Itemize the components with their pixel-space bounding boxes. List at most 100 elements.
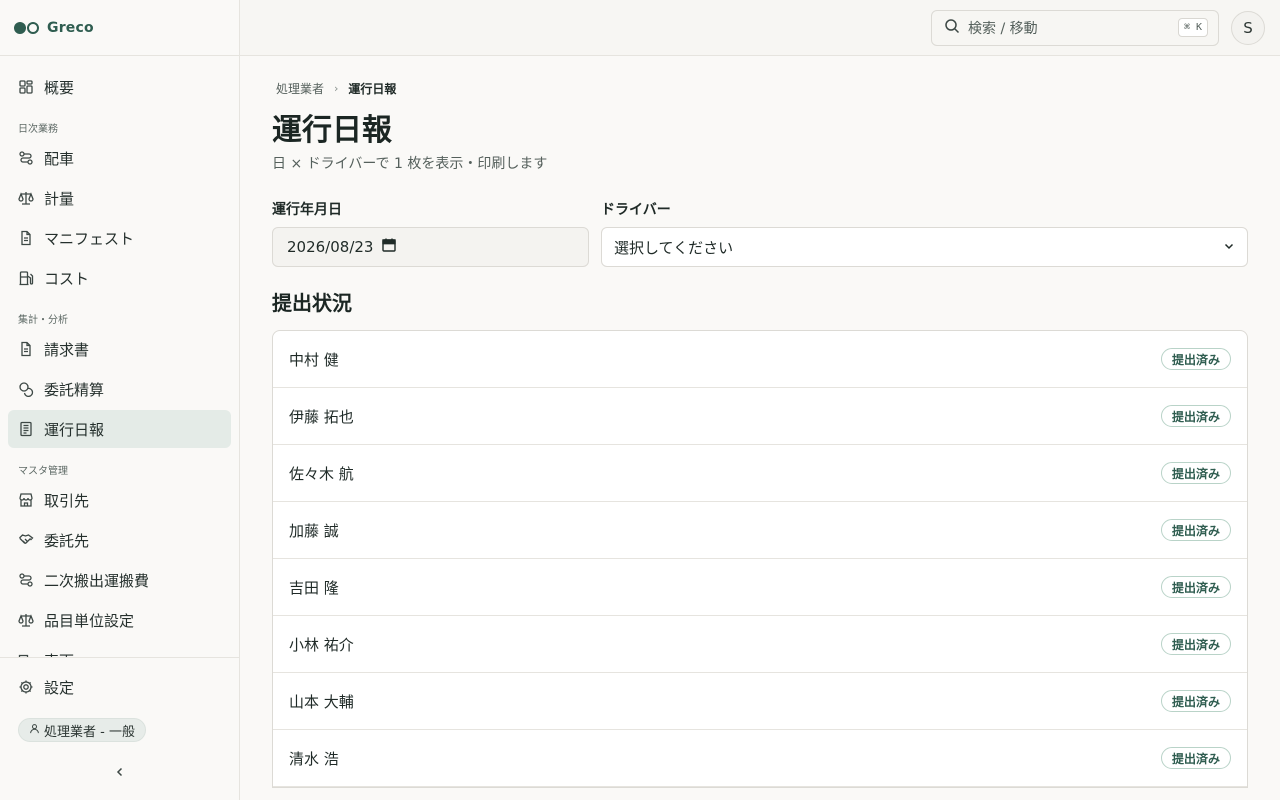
sidebar-item-clients[interactable]: 取引先 [8, 481, 231, 519]
sidebar-item-manifest[interactable]: マニフェスト [8, 219, 231, 257]
sidebar-item-vehicles[interactable]: 車両 [8, 641, 231, 657]
collapse-sidebar-button[interactable] [8, 760, 231, 784]
driver-name: 清水 浩 [289, 749, 339, 768]
status-badge: 提出済み [1160, 690, 1231, 712]
sidebar-item-label: 品目単位設定 [44, 611, 135, 630]
sidebar-footer: 設定 処理業者 - 一般 [0, 657, 239, 800]
search-placeholder: 検索 / 移動 [968, 20, 1038, 37]
brand[interactable]: Greco [0, 0, 239, 56]
sidebar-item-label: 委託精算 [44, 380, 105, 399]
scale-icon [18, 190, 34, 206]
filters: 運行年月日 2026/08/23 ドライバー 選択してください [272, 199, 1248, 267]
driver-name: 山本 大輔 [289, 692, 354, 711]
sidebar-item-contractors[interactable]: 委託先 [8, 521, 231, 559]
sidebar-item-weighing[interactable]: 計量 [8, 179, 231, 217]
fuel-icon [18, 270, 34, 286]
breadcrumb-current: 運行日報 [348, 82, 397, 96]
gear-icon [18, 679, 34, 695]
list-item[interactable]: 伊藤 拓也 提出済み [273, 388, 1247, 445]
date-label: 運行年月日 [272, 202, 342, 218]
driver-field-group: ドライバー 選択してください [601, 199, 1248, 267]
document-icon [18, 230, 34, 246]
list-item[interactable]: 清水 浩 提出済み [273, 730, 1247, 787]
status-badge: 提出済み [1160, 633, 1231, 655]
sidebar-item-cost[interactable]: コスト [8, 259, 231, 297]
driver-name: 吉田 隆 [289, 578, 339, 597]
avatar[interactable]: S [1231, 10, 1265, 45]
scale-icon [18, 612, 34, 628]
date-field-group: 運行年月日 2026/08/23 [272, 199, 589, 267]
date-input[interactable]: 2026/08/23 [272, 227, 589, 267]
report-icon [18, 421, 34, 437]
sidebar-item-settings[interactable]: 設定 [8, 668, 231, 706]
driver-name: 加藤 誠 [289, 521, 339, 540]
list-item[interactable]: 小林 祐介 提出済み [273, 616, 1247, 673]
app-root: Greco 概要 日次業務 配車 計量 マニフェスト コスト 集計・分析 請求書… [0, 0, 1280, 800]
calendar-icon[interactable] [381, 237, 397, 257]
user-icon [29, 723, 40, 738]
page-content: 処理業者 › 運行日報 運行日報 日 × ドライバーで 1 枚を表示・印刷します… [240, 56, 1280, 800]
document-icon [18, 341, 34, 357]
route-icon [18, 572, 34, 588]
list-item[interactable]: 佐々木 航 提出済み [273, 445, 1247, 502]
greco-logo-icon [14, 21, 39, 34]
nav-group-daily: 日次業務 [18, 124, 58, 135]
status-badge: 提出済み [1160, 576, 1231, 598]
sidebar-item-label: 運行日報 [44, 420, 105, 439]
sidebar-item-dispatch[interactable]: 配車 [8, 139, 231, 177]
chevron-right-icon: › [334, 82, 339, 95]
sidebar-item-label: 請求書 [44, 340, 90, 359]
coins-icon [18, 381, 34, 397]
sidebar-item-label: 設定 [44, 678, 75, 697]
sidebar-item-invoices[interactable]: 請求書 [8, 330, 231, 368]
chevron-down-icon [1223, 238, 1235, 256]
nav-group-analytics: 集計・分析 [18, 315, 68, 326]
handshake-icon [18, 532, 34, 548]
breadcrumb-parent[interactable]: 処理業者 [276, 80, 324, 97]
search-icon [944, 18, 960, 38]
search-shortcut: ⌘ K [1177, 18, 1208, 37]
driver-name: 中村 健 [289, 350, 339, 369]
sidebar-item-label: 計量 [44, 189, 75, 208]
driver-select[interactable]: 選択してください [601, 227, 1248, 267]
list-item[interactable]: 山本 大輔 提出済み [273, 673, 1247, 730]
sidebar-item-overview[interactable]: 概要 [8, 68, 231, 106]
list-item[interactable]: 加藤 誠 提出済み [273, 502, 1247, 559]
sidebar-item-label: 取引先 [44, 491, 90, 510]
driver-name: 小林 祐介 [289, 635, 354, 654]
sidebar-item-label: 概要 [44, 78, 75, 97]
main-area: 検索 / 移動 ⌘ K S 処理業者 › 運行日報 運行日報 日 × ドライバー… [240, 0, 1280, 800]
driver-name: 伊藤 拓也 [289, 407, 354, 426]
sidebar-item-daily-report[interactable]: 運行日報 [8, 410, 231, 448]
sidebar-nav: 概要 日次業務 配車 計量 マニフェスト コスト 集計・分析 請求書 委託精算 … [0, 56, 239, 657]
sidebar-item-secondary-transport[interactable]: 二次搬出運搬費 [8, 561, 231, 599]
search-input[interactable]: 検索 / 移動 ⌘ K [931, 9, 1219, 46]
list-item[interactable]: 中村 健 提出済み [273, 331, 1247, 388]
role-label: 処理業者 - 一般 [44, 724, 135, 740]
page-title: 運行日報 [272, 113, 392, 148]
dashboard-icon [18, 79, 34, 95]
date-value: 2026/08/23 [287, 238, 374, 256]
sidebar-item-label: 配車 [44, 149, 75, 168]
sidebar-item-label: 車両 [44, 650, 74, 658]
submission-list: 中村 健 提出済み 伊藤 拓也 提出済み 佐々木 航 提出済み 加藤 誠 提出済… [272, 330, 1248, 788]
status-badge: 提出済み [1160, 747, 1231, 769]
sidebar: Greco 概要 日次業務 配車 計量 マニフェスト コスト 集計・分析 請求書… [0, 0, 240, 800]
store-icon [18, 492, 34, 508]
driver-select-value: 選択してください [614, 238, 734, 257]
sidebar-item-settlement[interactable]: 委託精算 [8, 370, 231, 408]
chevron-left-icon [114, 763, 126, 782]
sidebar-item-label: 二次搬出運搬費 [44, 571, 150, 590]
role-badge[interactable]: 処理業者 - 一般 [18, 718, 146, 742]
nav-group-master: マスタ管理 [18, 466, 68, 477]
sidebar-item-label: コスト [44, 269, 90, 288]
status-badge: 提出済み [1160, 348, 1231, 370]
sidebar-item-label: マニフェスト [44, 229, 135, 248]
driver-name: 佐々木 航 [289, 464, 354, 483]
status-badge: 提出済み [1160, 462, 1231, 484]
sidebar-item-unit-settings[interactable]: 品目単位設定 [8, 601, 231, 639]
list-item[interactable]: 吉田 隆 提出済み [273, 559, 1247, 616]
breadcrumb: 処理業者 › 運行日報 [272, 80, 1248, 97]
topbar: 検索 / 移動 ⌘ K S [240, 0, 1280, 56]
status-badge: 提出済み [1160, 519, 1231, 541]
